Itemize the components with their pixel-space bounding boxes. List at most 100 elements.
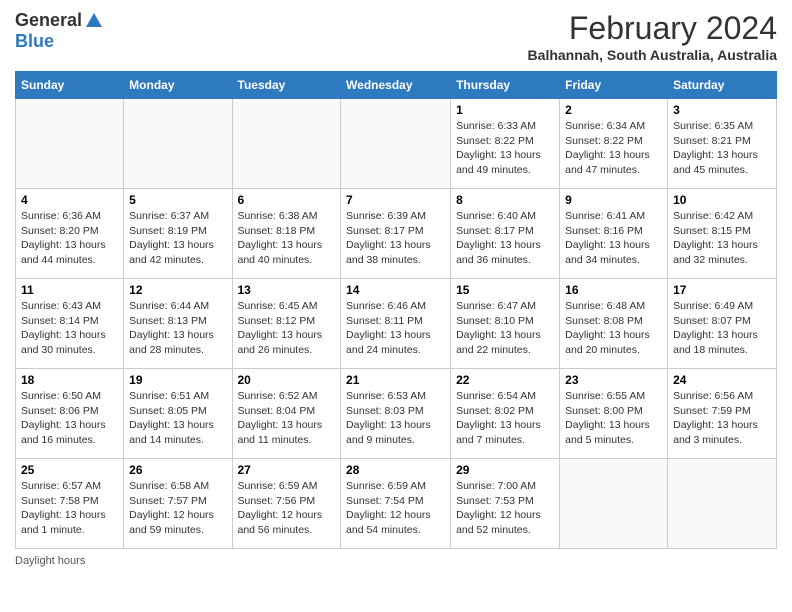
calendar-cell: [232, 99, 341, 189]
calendar-header-sunday: Sunday: [16, 72, 124, 99]
calendar-week-2: 4 Sunrise: 6:36 AMSunset: 8:20 PMDaylight…: [16, 189, 777, 279]
day-info: Sunrise: 6:56 AMSunset: 7:59 PMDaylight:…: [673, 389, 771, 448]
calendar-cell: 14 Sunrise: 6:46 AMSunset: 8:11 PMDayligh…: [341, 279, 451, 369]
calendar-cell: 24 Sunrise: 6:56 AMSunset: 7:59 PMDayligh…: [668, 369, 777, 459]
day-info: Sunrise: 6:46 AMSunset: 8:11 PMDaylight:…: [346, 299, 445, 358]
day-info: Sunrise: 6:57 AMSunset: 7:58 PMDaylight:…: [21, 479, 118, 538]
day-info: Sunrise: 6:36 AMSunset: 8:20 PMDaylight:…: [21, 209, 118, 268]
calendar-cell: 4 Sunrise: 6:36 AMSunset: 8:20 PMDaylight…: [16, 189, 124, 279]
calendar-week-5: 25 Sunrise: 6:57 AMSunset: 7:58 PMDayligh…: [16, 459, 777, 549]
day-number: 14: [346, 283, 445, 297]
day-number: 13: [238, 283, 336, 297]
day-info: Sunrise: 6:54 AMSunset: 8:02 PMDaylight:…: [456, 389, 554, 448]
calendar-header-friday: Friday: [560, 72, 668, 99]
calendar-table: SundayMondayTuesdayWednesdayThursdayFrid…: [15, 71, 777, 549]
calendar-cell: 16 Sunrise: 6:48 AMSunset: 8:08 PMDayligh…: [560, 279, 668, 369]
day-info: Sunrise: 7:00 AMSunset: 7:53 PMDaylight:…: [456, 479, 554, 538]
calendar-cell: 10 Sunrise: 6:42 AMSunset: 8:15 PMDayligh…: [668, 189, 777, 279]
day-info: Sunrise: 6:41 AMSunset: 8:16 PMDaylight:…: [565, 209, 662, 268]
day-number: 7: [346, 193, 445, 207]
calendar-cell: 20Sunrise: 6:52 AMSunset: 8:04 PMDayligh…: [232, 369, 341, 459]
logo: General Blue: [15, 10, 104, 52]
title-section: February 2024 Balhannah, South Australia…: [528, 10, 777, 63]
day-number: 4: [21, 193, 118, 207]
day-number: 15: [456, 283, 554, 297]
calendar-cell: 17Sunrise: 6:49 AMSunset: 8:07 PMDayligh…: [668, 279, 777, 369]
calendar-cell: [124, 99, 232, 189]
day-info: Sunrise: 6:38 AMSunset: 8:18 PMDaylight:…: [238, 209, 336, 268]
calendar-header-wednesday: Wednesday: [341, 72, 451, 99]
calendar-cell: 29 Sunrise: 7:00 AMSunset: 7:53 PMDayligh…: [451, 459, 560, 549]
day-info: Sunrise: 6:48 AMSunset: 8:08 PMDaylight:…: [565, 299, 662, 358]
day-number: 12: [129, 283, 226, 297]
day-info: Sunrise: 6:45 AMSunset: 8:12 PMDaylight:…: [238, 299, 336, 358]
day-info: Sunrise: 6:40 AMSunset: 8:17 PMDaylight:…: [456, 209, 554, 268]
day-number: 24: [673, 373, 771, 387]
day-number: 11: [21, 283, 118, 297]
day-info: Sunrise: 6:42 AMSunset: 8:15 PMDaylight:…: [673, 209, 771, 268]
calendar-cell: 15 Sunrise: 6:47 AMSunset: 8:10 PMDayligh…: [451, 279, 560, 369]
day-info: Sunrise: 6:37 AMSunset: 8:19 PMDaylight:…: [129, 209, 226, 268]
day-info: Sunrise: 6:34 AMSunset: 8:22 PMDaylight:…: [565, 119, 662, 178]
calendar-cell: 11 Sunrise: 6:43 AMSunset: 8:14 PMDayligh…: [16, 279, 124, 369]
calendar-cell: 18 Sunrise: 6:50 AMSunset: 8:06 PMDayligh…: [16, 369, 124, 459]
day-info: Sunrise: 6:50 AMSunset: 8:06 PMDaylight:…: [21, 389, 118, 448]
day-number: 26: [129, 463, 226, 477]
day-info: Sunrise: 6:52 AMSunset: 8:04 PMDaylight:…: [238, 389, 336, 448]
calendar-cell: 21 Sunrise: 6:53 AMSunset: 8:03 PMDayligh…: [341, 369, 451, 459]
calendar-header-tuesday: Tuesday: [232, 72, 341, 99]
calendar-week-4: 18 Sunrise: 6:50 AMSunset: 8:06 PMDayligh…: [16, 369, 777, 459]
day-info: Sunrise: 6:58 AMSunset: 7:57 PMDaylight:…: [129, 479, 226, 538]
day-number: 28: [346, 463, 445, 477]
day-info: Sunrise: 6:53 AMSunset: 8:03 PMDaylight:…: [346, 389, 445, 448]
calendar-cell: [668, 459, 777, 549]
day-number: 29: [456, 463, 554, 477]
calendar-cell: 6 Sunrise: 6:38 AMSunset: 8:18 PMDaylight…: [232, 189, 341, 279]
day-number: 8: [456, 193, 554, 207]
calendar-cell: 3 Sunrise: 6:35 AMSunset: 8:21 PMDaylight…: [668, 99, 777, 189]
calendar-cell: [16, 99, 124, 189]
day-number: 21: [346, 373, 445, 387]
day-number: 18: [21, 373, 118, 387]
day-info: Sunrise: 6:33 AMSunset: 8:22 PMDaylight:…: [456, 119, 554, 178]
calendar-cell: 12 Sunrise: 6:44 AMSunset: 8:13 PMDayligh…: [124, 279, 232, 369]
day-number: 2: [565, 103, 662, 117]
day-number: 16: [565, 283, 662, 297]
calendar-cell: 1 Sunrise: 6:33 AMSunset: 8:22 PMDaylight…: [451, 99, 560, 189]
day-info: Sunrise: 6:59 AMSunset: 7:54 PMDaylight:…: [346, 479, 445, 538]
day-number: 1: [456, 103, 554, 117]
day-info: Sunrise: 6:44 AMSunset: 8:13 PMDaylight:…: [129, 299, 226, 358]
day-info: Sunrise: 6:47 AMSunset: 8:10 PMDaylight:…: [456, 299, 554, 358]
location-title: Balhannah, South Australia, Australia: [528, 47, 777, 63]
calendar-header-monday: Monday: [124, 72, 232, 99]
logo-blue-text: Blue: [15, 31, 54, 52]
day-number: 17: [673, 283, 771, 297]
day-number: 10: [673, 193, 771, 207]
daylight-hours-label: Daylight hours: [15, 555, 85, 567]
calendar-cell: 7Sunrise: 6:39 AMSunset: 8:17 PMDaylight…: [341, 189, 451, 279]
day-number: 5: [129, 193, 226, 207]
calendar-week-3: 11 Sunrise: 6:43 AMSunset: 8:14 PMDayligh…: [16, 279, 777, 369]
day-number: 19: [129, 373, 226, 387]
calendar-cell: 8 Sunrise: 6:40 AMSunset: 8:17 PMDaylight…: [451, 189, 560, 279]
calendar-header-saturday: Saturday: [668, 72, 777, 99]
logo-general-text: General: [15, 10, 82, 31]
day-info: Sunrise: 6:43 AMSunset: 8:14 PMDaylight:…: [21, 299, 118, 358]
calendar-week-1: 1 Sunrise: 6:33 AMSunset: 8:22 PMDaylight…: [16, 99, 777, 189]
calendar-cell: 28 Sunrise: 6:59 AMSunset: 7:54 PMDayligh…: [341, 459, 451, 549]
calendar-header-row: SundayMondayTuesdayWednesdayThursdayFrid…: [16, 72, 777, 99]
calendar-cell: 9 Sunrise: 6:41 AMSunset: 8:16 PMDaylight…: [560, 189, 668, 279]
footer: Daylight hours: [15, 555, 777, 567]
day-number: 23: [565, 373, 662, 387]
day-info: Sunrise: 6:59 AMSunset: 7:56 PMDaylight:…: [238, 479, 336, 538]
calendar-cell: 22Sunrise: 6:54 AMSunset: 8:02 PMDayligh…: [451, 369, 560, 459]
calendar-cell: [560, 459, 668, 549]
day-number: 25: [21, 463, 118, 477]
calendar-cell: 2 Sunrise: 6:34 AMSunset: 8:22 PMDaylight…: [560, 99, 668, 189]
day-info: Sunrise: 6:35 AMSunset: 8:21 PMDaylight:…: [673, 119, 771, 178]
day-number: 3: [673, 103, 771, 117]
calendar-cell: 19Sunrise: 6:51 AMSunset: 8:05 PMDayligh…: [124, 369, 232, 459]
month-year-title: February 2024: [528, 10, 777, 47]
day-number: 6: [238, 193, 336, 207]
day-number: 9: [565, 193, 662, 207]
